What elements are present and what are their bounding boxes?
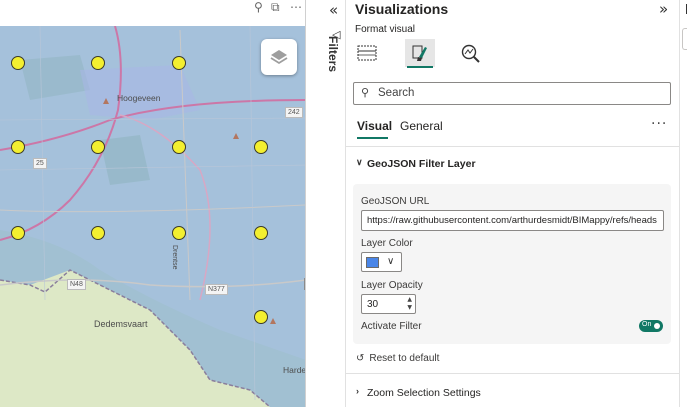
active-tab-indicator [407, 66, 433, 68]
pane-title: Visualizations [355, 1, 449, 17]
chevron-down-icon: ∨ [387, 256, 395, 267]
road-shield: 25 [33, 158, 47, 169]
section-title: GeoJSON Filter Layer [367, 158, 476, 170]
layers-button[interactable] [261, 39, 297, 75]
tab-build-visual[interactable] [352, 39, 382, 67]
format-brush-icon [412, 45, 427, 61]
tab-general[interactable]: General [400, 119, 443, 133]
subtab-indicator [357, 137, 388, 139]
toggle-state: On [642, 321, 652, 328]
geojson-url-input[interactable]: https://raw.githubusercontent.com/arthur… [361, 210, 664, 231]
layer-opacity-stepper[interactable]: 30 ▲ ▼ [361, 294, 416, 314]
expand-filters-icon[interactable]: « [329, 1, 338, 19]
road-shield: 242 [285, 107, 303, 118]
analytics-icon [461, 44, 480, 63]
reset-to-default[interactable]: ↺ Reset to default [356, 353, 439, 364]
geojson-url-label: GeoJSON URL [361, 196, 430, 207]
layers-icon [270, 50, 288, 65]
pane-gap [306, 0, 318, 407]
map-marker[interactable] [11, 226, 25, 240]
place-label: Dedemsvaart [94, 319, 148, 329]
place-label: Hoogeveen [117, 93, 161, 103]
search-placeholder: Search [378, 87, 415, 99]
layer-opacity-label: Layer Opacity [361, 280, 423, 291]
tab-analytics[interactable] [456, 39, 486, 67]
road-shield: N377 [205, 284, 228, 295]
focus-mode-icon[interactable]: ⧉ [271, 0, 280, 15]
more-options-icon[interactable]: ⋯ [290, 0, 302, 14]
data-pane-search[interactable] [682, 28, 687, 50]
toggle-knob [654, 323, 660, 329]
map-marker[interactable] [91, 56, 105, 70]
map-marker[interactable] [91, 140, 105, 154]
tab-format-visual[interactable] [405, 39, 435, 67]
visualizations-pane: Visualizations » Format visual ⚲ Search … [346, 0, 679, 407]
pin-visual-icon[interactable]: ⚲ [254, 0, 263, 14]
build-visual-icon [357, 45, 377, 61]
chevron-down-icon: ∨ [356, 157, 363, 167]
place-label: Harden [283, 365, 306, 375]
color-swatch [366, 257, 379, 268]
filters-label[interactable]: Filters [326, 36, 340, 72]
place-label: Drentse [171, 245, 178, 270]
section-title: Zoom Selection Settings [367, 387, 481, 399]
map-visual[interactable]: ⚲ ⧉ ⋯ Hoogeveen Dedemsvaart Drentse Hard… [0, 0, 306, 407]
search-input[interactable]: ⚲ Search [353, 82, 671, 105]
reset-icon: ↺ [356, 353, 365, 364]
divider [346, 146, 679, 147]
tab-visual[interactable]: Visual [357, 119, 392, 133]
opacity-value: 30 [367, 299, 379, 310]
geojson-settings-card: GeoJSON URL https://raw.githubuserconten… [353, 184, 671, 344]
data-pane-edge [679, 0, 687, 407]
activate-filter-toggle[interactable]: On [639, 320, 663, 332]
reset-label: Reset to default [369, 353, 440, 364]
map-marker[interactable] [172, 140, 186, 154]
map-marker[interactable] [11, 56, 25, 70]
chevron-right-icon: › [356, 386, 359, 396]
map-marker[interactable] [254, 310, 268, 324]
layer-color-label: Layer Color [361, 238, 413, 249]
filters-pane-collapsed[interactable]: « ◁ Filters [318, 0, 346, 407]
more-options-icon[interactable]: ··· [651, 116, 667, 132]
map-marker[interactable] [172, 226, 186, 240]
collapse-pane-icon[interactable]: » [659, 0, 668, 18]
map-marker[interactable] [11, 140, 25, 154]
activate-filter-label: Activate Filter [361, 321, 422, 332]
geojson-url-value: https://raw.githubusercontent.com/arthur… [367, 215, 657, 226]
section-geojson-header[interactable]: ∨ GeoJSON Filter Layer [346, 152, 679, 178]
map-marker[interactable] [254, 140, 268, 154]
section-zoom-header[interactable]: › Zoom Selection Settings [346, 381, 679, 407]
divider [346, 373, 679, 374]
map-marker[interactable] [254, 226, 268, 240]
stepper-arrows-icon[interactable]: ▲ ▼ [407, 296, 412, 312]
layer-color-picker[interactable]: ∨ [361, 252, 402, 272]
map-marker[interactable] [172, 56, 186, 70]
road-shield: N48 [67, 279, 86, 290]
format-visual-label: Format visual [355, 24, 416, 35]
map-marker[interactable] [91, 226, 105, 240]
search-icon: ⚲ [361, 86, 370, 99]
visual-header: ⚲ ⧉ ⋯ [0, 0, 305, 26]
